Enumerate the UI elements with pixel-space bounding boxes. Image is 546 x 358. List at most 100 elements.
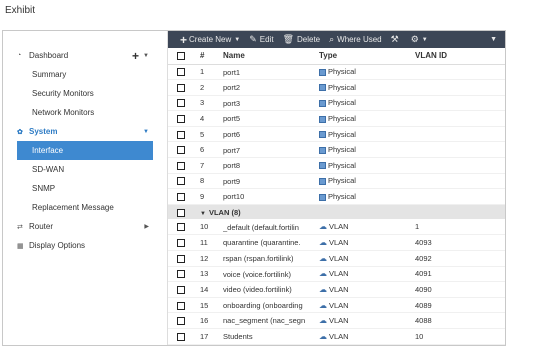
select-all-checkbox[interactable]: [177, 52, 185, 61]
edit-button[interactable]: ✎ Edit: [249, 34, 273, 45]
row-checkbox[interactable]: [177, 317, 185, 326]
create-new-button[interactable]: + Create New ▼: [180, 33, 240, 47]
row-checkbox-cell[interactable]: [168, 188, 192, 205]
sidebar-item-sd-wan[interactable]: SD-WAN: [3, 160, 167, 179]
chevron-right-icon[interactable]: ▶: [144, 223, 149, 230]
physical-port-icon: [319, 162, 326, 170]
table-row[interactable]: 9 port10 Physical: [168, 188, 505, 205]
row-checkbox-cell[interactable]: [168, 79, 192, 96]
table-row[interactable]: 2 port2 Physical: [168, 79, 505, 96]
row-checkbox[interactable]: [177, 99, 185, 108]
row-checkbox[interactable]: [177, 177, 185, 186]
table-row[interactable]: 6 port7 Physical: [168, 141, 505, 159]
tools-button[interactable]: ⚒: [391, 34, 402, 45]
sidebar-item-security-monitors[interactable]: Security Monitors: [3, 84, 167, 103]
cell-vlan-id: [411, 141, 505, 159]
row-checkbox[interactable]: [177, 193, 185, 202]
row-checkbox[interactable]: [177, 223, 185, 232]
sidebar-item-network-monitors[interactable]: Network Monitors: [3, 103, 167, 122]
sidebar-item-router[interactable]: ⇄ Router ▶: [3, 217, 167, 236]
cell-name: port5: [220, 110, 317, 127]
sidebar-item-interface[interactable]: Interface: [17, 141, 153, 160]
chevron-down-icon[interactable]: ▼: [143, 53, 149, 59]
row-checkbox[interactable]: [177, 161, 185, 170]
cell-type: Physical: [317, 173, 411, 190]
row-checkbox-cell[interactable]: [168, 281, 192, 298]
row-checkbox-cell[interactable]: [168, 250, 192, 267]
row-checkbox[interactable]: [177, 270, 185, 279]
table-row[interactable]: 15 onboarding (onboarding ☁ VLAN 4089: [168, 297, 505, 314]
sidebar-item-display-options[interactable]: ▦ Display Options: [3, 236, 167, 255]
table-row[interactable]: 5 port6 Physical: [168, 126, 505, 143]
row-checkbox-cell[interactable]: [168, 173, 192, 190]
column-header-vlan-id[interactable]: VLAN ID: [411, 48, 505, 65]
sidebar-item-replacement-message[interactable]: Replacement Message: [3, 198, 167, 217]
sidebar-item-label: System: [29, 127, 58, 136]
select-all-checkbox-cell[interactable]: [168, 48, 192, 65]
row-checkbox[interactable]: [177, 254, 185, 263]
row-checkbox[interactable]: [177, 239, 185, 248]
cell-name: rspan (rspan.fortilink): [220, 250, 317, 267]
row-checkbox-cell[interactable]: [168, 312, 192, 329]
row-checkbox-cell[interactable]: [168, 110, 192, 127]
gear-icon: ⚙: [410, 34, 419, 44]
delete-label: Delete: [297, 35, 321, 44]
table-row[interactable]: 14 video (video.fortilink) ☁ VLAN 4090: [168, 281, 505, 298]
row-checkbox-cell[interactable]: [168, 157, 192, 174]
type-label: VLAN: [329, 316, 349, 326]
row-checkbox-cell[interactable]: [168, 95, 192, 112]
row-checkbox[interactable]: [177, 83, 185, 92]
row-checkbox[interactable]: [177, 286, 185, 295]
row-checkbox-cell[interactable]: [168, 126, 192, 143]
cell-type: ☁ VLAN: [317, 266, 411, 283]
group-label: VLAN (8): [208, 207, 241, 217]
sidebar-item-snmp[interactable]: SNMP: [3, 179, 167, 198]
table-row[interactable]: 10 _default (default.fortilin ☁ VLAN 1: [168, 219, 505, 236]
row-checkbox[interactable]: [177, 68, 185, 77]
interface-name: onboarding (onboarding: [223, 300, 303, 310]
table-row[interactable]: 17 Students ☁ VLAN 10: [168, 328, 505, 345]
table-row[interactable]: 7 port8 Physical: [168, 157, 505, 174]
row-checkbox[interactable]: [177, 332, 185, 341]
row-checkbox-cell[interactable]: [168, 266, 192, 283]
sidebar-item-system[interactable]: ✿ System ▼: [3, 122, 167, 141]
settings-dropdown[interactable]: ⚙ ▼: [411, 34, 428, 45]
table-row[interactable]: 3 port3 Physical: [168, 95, 505, 112]
row-checkbox-cell[interactable]: [168, 64, 192, 81]
group-label-cell[interactable]: ▼ VLAN (8): [192, 204, 505, 220]
column-header-name[interactable]: Name: [220, 48, 317, 65]
row-checkbox[interactable]: [177, 130, 185, 139]
table-row[interactable]: 16 nac_segment (nac_segn ☁ VLAN 4088: [168, 312, 505, 329]
row-checkbox-cell[interactable]: [168, 219, 192, 236]
sidebar-item-dashboard[interactable]: ◔ Dashboard + ▼: [3, 46, 167, 65]
group-checkbox-cell[interactable]: [168, 204, 192, 220]
table-row[interactable]: 4 port5 Physical: [168, 110, 505, 127]
group-checkbox[interactable]: [177, 208, 185, 217]
sidebar-item-label: Display Options: [29, 241, 86, 250]
add-dashboard-icon[interactable]: +: [132, 49, 139, 63]
row-checkbox[interactable]: [177, 301, 185, 310]
row-checkbox-cell[interactable]: [168, 297, 192, 314]
cell-type: Physical: [317, 79, 411, 96]
table-row[interactable]: 8 port9 Physical: [168, 173, 505, 190]
table-row[interactable]: 11 quarantine (quarantine. ☁ VLAN 4093: [168, 234, 505, 252]
where-used-button[interactable]: ⌕ Where Used: [329, 34, 382, 45]
chevron-down-icon[interactable]: ▼: [490, 36, 497, 43]
row-checkbox[interactable]: [177, 146, 185, 155]
row-checkbox[interactable]: [177, 115, 185, 124]
collapse-triangle-icon[interactable]: ▼: [200, 211, 206, 217]
row-checkbox-cell[interactable]: [168, 328, 192, 345]
trash-icon: 🗑: [282, 34, 294, 44]
table-row[interactable]: 13 voice (voice.fortilink) ☁ VLAN 4091: [168, 266, 505, 283]
delete-button[interactable]: 🗑 Delete: [283, 34, 321, 45]
column-header-num[interactable]: #: [192, 48, 220, 65]
vlan-group-row[interactable]: ▼ VLAN (8): [168, 204, 505, 220]
chevron-down-icon[interactable]: ▼: [143, 129, 149, 135]
row-checkbox-cell[interactable]: [168, 234, 192, 252]
sidebar-item-summary[interactable]: Summary: [3, 65, 167, 84]
row-checkbox-cell[interactable]: [168, 141, 192, 159]
table-row[interactable]: 1 port1 Physical: [168, 64, 505, 81]
column-header-type[interactable]: Type: [317, 48, 411, 65]
edit-label: Edit: [259, 35, 274, 44]
table-row[interactable]: 12 rspan (rspan.fortilink) ☁ VLAN 4092: [168, 250, 505, 267]
